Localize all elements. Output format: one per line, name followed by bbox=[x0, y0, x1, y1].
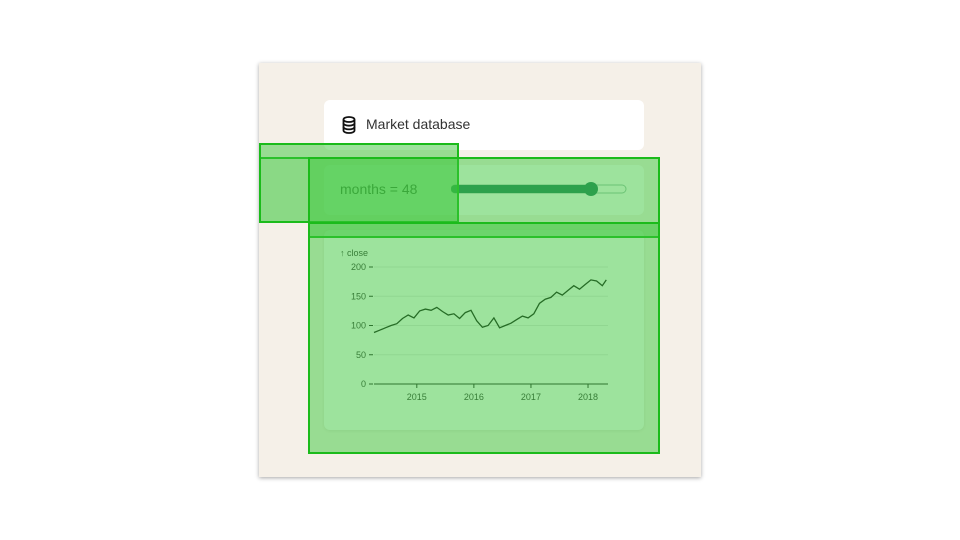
highlight-overlay-chart bbox=[308, 222, 660, 454]
database-icon bbox=[342, 116, 356, 134]
database-label: Market database bbox=[366, 116, 471, 132]
